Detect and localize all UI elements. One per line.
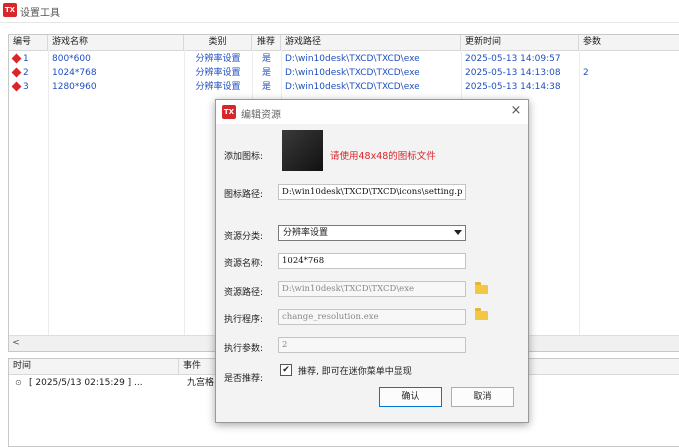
category-label: 资源分类: bbox=[224, 232, 264, 242]
row-path: D:\win10desk\TXCD\TXCD\exe bbox=[285, 82, 420, 92]
window-titlebar: TX 设置工具 bbox=[0, 0, 679, 23]
exe-field[interactable]: change_resolution.exe bbox=[278, 309, 466, 325]
row-updated: 2025-05-13 14:13:08 bbox=[465, 68, 561, 78]
column-header-category[interactable]: 类别 bbox=[184, 35, 252, 50]
table-row[interactable]: 2 1024*768 分辨率设置 是 D:\win10desk\TXCD\TXC… bbox=[9, 66, 679, 80]
icon-path-label: 图标路径: bbox=[224, 190, 264, 200]
row-category: 分辨率设置 bbox=[195, 54, 241, 64]
ok-button[interactable]: 确认 bbox=[379, 387, 442, 407]
params-field[interactable]: 2 bbox=[278, 337, 466, 353]
params-label: 执行参数: bbox=[224, 344, 264, 354]
log-event: 九宫格 bbox=[187, 378, 215, 388]
dialog-titlebar: TX 编辑资源 × bbox=[216, 100, 528, 124]
dialog-title: 编辑资源 bbox=[241, 110, 281, 121]
clock-icon: ⊙ bbox=[15, 378, 22, 387]
row-param bbox=[579, 52, 679, 66]
red-diamond-icon bbox=[11, 81, 22, 92]
row-updated: 2025-05-13 14:14:38 bbox=[465, 82, 561, 92]
folder-icon[interactable] bbox=[475, 282, 488, 294]
red-diamond-icon bbox=[11, 53, 22, 64]
table-row[interactable]: 3 1280*960 分辨率设置 是 D:\win10desk\TXCD\TXC… bbox=[9, 80, 679, 94]
row-name: 800*600 bbox=[52, 54, 91, 64]
dialog-logo-icon: TX bbox=[222, 105, 236, 119]
log-column-time[interactable]: 时间 bbox=[9, 359, 179, 374]
exe-label: 执行程序: bbox=[224, 315, 264, 325]
column-header-params[interactable]: 参数 bbox=[579, 35, 679, 50]
add-icon-label: 添加图标: bbox=[224, 152, 264, 162]
column-header-path[interactable]: 游戏路径 bbox=[281, 35, 461, 50]
row-recommend: 是 bbox=[261, 54, 271, 64]
name-field[interactable]: 1024*768 bbox=[278, 253, 466, 269]
row-path: D:\win10desk\TXCD\TXCD\exe bbox=[285, 54, 420, 64]
category-select-value: 分辨率设置 bbox=[283, 228, 329, 238]
edit-resource-dialog: TX 编辑资源 × 添加图标: 请使用48x48的图标文件 图标路径: D:\w… bbox=[215, 99, 529, 423]
close-icon[interactable]: × bbox=[508, 103, 524, 119]
icon-preview[interactable] bbox=[282, 130, 323, 171]
app-logo-icon: TX bbox=[3, 3, 17, 17]
name-label: 资源名称: bbox=[224, 259, 264, 269]
folder-icon[interactable] bbox=[475, 308, 488, 320]
column-header-name[interactable]: 游戏名称 bbox=[48, 35, 184, 50]
column-header-updated[interactable]: 更新时间 bbox=[461, 35, 579, 50]
row-path: D:\win10desk\TXCD\TXCD\exe bbox=[285, 68, 420, 78]
path-label: 资源路径: bbox=[224, 288, 264, 298]
row-param bbox=[579, 80, 679, 94]
recommend-checkbox[interactable]: ✔ bbox=[280, 364, 292, 376]
red-diamond-icon bbox=[11, 67, 22, 78]
row-id: 1 bbox=[23, 54, 29, 64]
chevron-down-icon bbox=[454, 230, 462, 235]
column-header-id[interactable]: 编号 bbox=[9, 35, 48, 50]
category-select[interactable]: 分辨率设置 bbox=[278, 225, 466, 241]
row-param: 2 bbox=[583, 68, 589, 78]
row-recommend: 是 bbox=[261, 68, 271, 78]
icon-path-field[interactable]: D:\win10desk\TXCD\TXCD\icons\setting.p bbox=[278, 184, 466, 200]
row-category: 分辨率设置 bbox=[195, 82, 241, 92]
row-updated: 2025-05-13 14:09:57 bbox=[465, 54, 561, 64]
column-header-recommend[interactable]: 推荐 bbox=[252, 35, 281, 50]
row-id: 2 bbox=[23, 68, 29, 78]
table-row[interactable]: 1 800*600 分辨率设置 是 D:\win10desk\TXCD\TXCD… bbox=[9, 52, 679, 66]
log-time: [ 2025/5/13 02:15:29 ] ... bbox=[29, 378, 143, 388]
scroll-left-arrow-icon[interactable]: < bbox=[9, 336, 23, 351]
list-header: 编号 游戏名称 类别 推荐 游戏路径 更新时间 参数 bbox=[9, 35, 679, 51]
icon-hint: 请使用48x48的图标文件 bbox=[330, 151, 436, 162]
row-recommend: 是 bbox=[261, 82, 271, 92]
row-name: 1024*768 bbox=[52, 68, 97, 78]
row-name: 1280*960 bbox=[52, 82, 97, 92]
recommend-text: 推荐, 即可在迷你菜单中显现 bbox=[298, 367, 412, 377]
window-title: 设置工具 bbox=[20, 8, 60, 19]
row-id: 3 bbox=[23, 82, 29, 92]
row-category: 分辨率设置 bbox=[195, 68, 241, 78]
recommend-label: 是否推荐: bbox=[224, 374, 264, 384]
path-field[interactable]: D:\win10desk\TXCD\TXCD\exe bbox=[278, 281, 466, 297]
cancel-button[interactable]: 取消 bbox=[451, 387, 514, 407]
